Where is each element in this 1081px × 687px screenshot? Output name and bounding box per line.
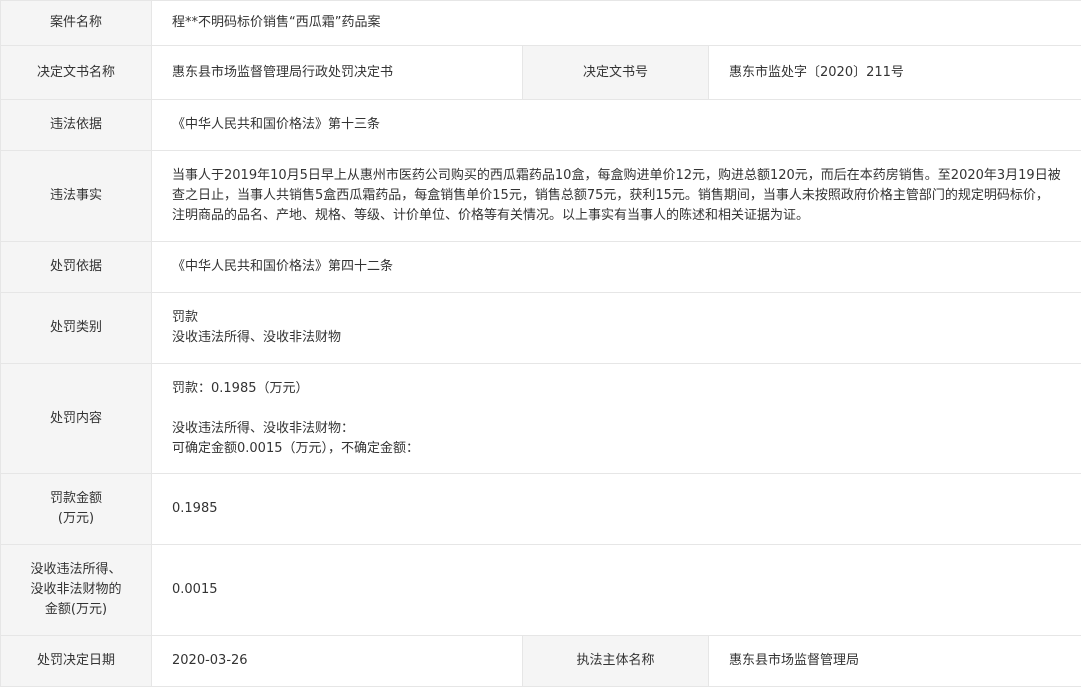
case-detail-table: 案件名称 程**不明码标价销售“西瓜霜”药品案 决定文书名称 惠东县市场监督管理… xyxy=(0,0,1081,687)
penalty-basis-value: 《中华人民共和国价格法》第四十二条 xyxy=(152,242,1081,293)
penalty-type-line-2: 没收违法所得、没收非法财物 xyxy=(172,328,1061,348)
decision-doc-name-label: 决定文书名称 xyxy=(1,46,152,100)
fine-amount-label-line-2: (万元) xyxy=(7,509,145,529)
row-decision-doc: 决定文书名称 惠东县市场监督管理局行政处罚决定书 决定文书号 惠东市监处字〔20… xyxy=(1,46,1081,100)
confiscation-amount-label-line-2: 没收非法财物的 xyxy=(7,580,145,600)
row-penalty-type: 处罚类别 罚款 没收违法所得、没收非法财物 xyxy=(1,293,1081,364)
penalty-type-line-1: 罚款 xyxy=(172,308,1061,328)
row-penalty-content: 处罚内容 罚款：0.1985（万元） 没收违法所得、没收非法财物： 可确定金额0… xyxy=(1,364,1081,474)
penalty-type-label: 处罚类别 xyxy=(1,293,152,364)
violation-basis-label: 违法依据 xyxy=(1,100,152,151)
row-confiscation-amount: 没收违法所得、 没收非法财物的 金额(万元) 0.0015 xyxy=(1,545,1081,636)
penalty-content-spacer xyxy=(172,399,1061,419)
row-fine-amount: 罚款金额 (万元) 0.1985 xyxy=(1,474,1081,545)
violation-basis-value: 《中华人民共和国价格法》第十三条 xyxy=(152,100,1081,151)
violation-facts-value: 当事人于2019年10月5日早上从惠州市医药公司购买的西瓜霜药品10盒，每盒购进… xyxy=(152,151,1081,242)
decision-doc-number-label: 决定文书号 xyxy=(523,46,709,100)
fine-amount-label: 罚款金额 (万元) xyxy=(1,474,152,545)
fine-amount-value: 0.1985 xyxy=(152,474,1081,545)
row-case-name: 案件名称 程**不明码标价销售“西瓜霜”药品案 xyxy=(1,1,1081,46)
decision-date-value: 2020-03-26 xyxy=(152,636,523,687)
penalty-content-line-2: 没收违法所得、没收非法财物： xyxy=(172,419,1061,439)
case-name-value: 程**不明码标价销售“西瓜霜”药品案 xyxy=(152,1,1081,46)
confiscation-amount-label: 没收违法所得、 没收非法财物的 金额(万元) xyxy=(1,545,152,636)
fine-amount-label-line-1: 罚款金额 xyxy=(7,489,145,509)
confiscation-amount-value: 0.0015 xyxy=(152,545,1081,636)
violation-facts-label: 违法事实 xyxy=(1,151,152,242)
enforcement-body-value: 惠东县市场监督管理局 xyxy=(709,636,1081,687)
confiscation-amount-label-line-1: 没收违法所得、 xyxy=(7,560,145,580)
penalty-content-value: 罚款：0.1985（万元） 没收违法所得、没收非法财物： 可确定金额0.0015… xyxy=(152,364,1081,474)
penalty-basis-label: 处罚依据 xyxy=(1,242,152,293)
row-penalty-basis: 处罚依据 《中华人民共和国价格法》第四十二条 xyxy=(1,242,1081,293)
penalty-content-line-1: 罚款：0.1985（万元） xyxy=(172,379,1061,399)
row-decision-date: 处罚决定日期 2020-03-26 执法主体名称 惠东县市场监督管理局 xyxy=(1,636,1081,687)
case-name-label: 案件名称 xyxy=(1,1,152,46)
row-violation-facts: 违法事实 当事人于2019年10月5日早上从惠州市医药公司购买的西瓜霜药品10盒… xyxy=(1,151,1081,242)
penalty-type-value: 罚款 没收违法所得、没收非法财物 xyxy=(152,293,1081,364)
penalty-content-line-3: 可确定金额0.0015（万元），不确定金额： xyxy=(172,439,1061,459)
enforcement-body-label: 执法主体名称 xyxy=(523,636,709,687)
row-violation-basis: 违法依据 《中华人民共和国价格法》第十三条 xyxy=(1,100,1081,151)
confiscation-amount-label-line-3: 金额(万元) xyxy=(7,600,145,620)
decision-doc-number-value: 惠东市监处字〔2020〕211号 xyxy=(709,46,1081,100)
decision-date-label: 处罚决定日期 xyxy=(1,636,152,687)
decision-doc-name-value: 惠东县市场监督管理局行政处罚决定书 xyxy=(152,46,523,100)
penalty-content-label: 处罚内容 xyxy=(1,364,152,474)
